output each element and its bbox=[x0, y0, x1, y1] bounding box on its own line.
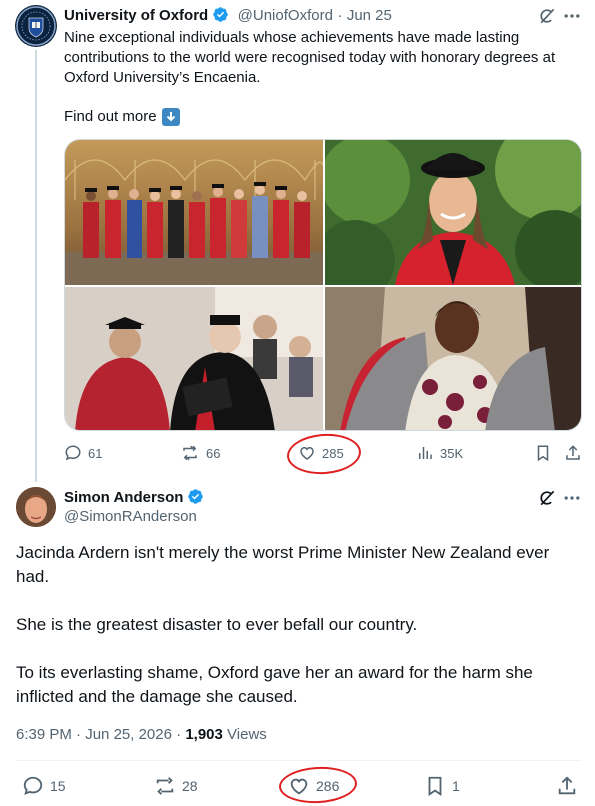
tweet1-repost-button[interactable]: 66 bbox=[180, 444, 220, 462]
repost-icon bbox=[183, 445, 197, 461]
profile-photo bbox=[16, 487, 56, 527]
thread-line bbox=[35, 50, 37, 482]
tweet1-header: University of Oxford @UniofOxford · Jun … bbox=[64, 6, 392, 25]
tweet2-time[interactable]: 6:39 PM bbox=[16, 726, 72, 743]
more-icon[interactable] bbox=[562, 6, 582, 26]
tweet1-repost-count: 66 bbox=[206, 445, 221, 461]
more-icon[interactable] bbox=[562, 488, 582, 508]
reply-icon bbox=[65, 445, 81, 461]
tweet1-text: Nine exceptional individuals whose achie… bbox=[64, 29, 556, 86]
tweet2-paragraph-2: She is the greatest disaster to ever bef… bbox=[16, 615, 418, 634]
find-out-more-label: Find out more bbox=[64, 108, 157, 125]
grok-icon[interactable] bbox=[537, 6, 557, 26]
tweet1-reply-count: 61 bbox=[88, 445, 103, 461]
photo-divinity-school-group[interactable] bbox=[65, 140, 323, 285]
photo-ceremony-seated[interactable] bbox=[65, 287, 323, 430]
tweet1-views-button[interactable]: 35K bbox=[416, 444, 463, 462]
annotation-circle-likes bbox=[278, 764, 358, 806]
tweet2-paragraph-1: Jacinda Ardern isn't merely the worst Pr… bbox=[16, 543, 550, 586]
oxford-crest-icon bbox=[16, 6, 56, 46]
bookmark-icon[interactable] bbox=[534, 444, 552, 462]
photo-woman-reading[interactable] bbox=[325, 287, 581, 430]
separator-dot: · bbox=[337, 7, 343, 24]
views-icon bbox=[419, 447, 432, 459]
tweet2-reply-button[interactable]: 15 bbox=[22, 775, 66, 797]
tweet1-media-grid[interactable] bbox=[64, 139, 582, 431]
tweet2-bookmark-button[interactable]: 1 bbox=[424, 775, 460, 797]
tweet1-reply-button[interactable]: 61 bbox=[64, 444, 102, 462]
tweet2-repost-count: 28 bbox=[182, 778, 198, 794]
tweet2-author-name-row: Simon Anderson bbox=[64, 488, 204, 507]
separator-dot: · bbox=[176, 726, 182, 743]
tweet1-author-name[interactable]: University of Oxford bbox=[64, 7, 208, 24]
tweet2-author-name[interactable]: Simon Anderson bbox=[64, 489, 183, 506]
grok-icon[interactable] bbox=[537, 488, 557, 508]
verified-icon bbox=[213, 7, 228, 22]
tweet2-handle[interactable]: @SimonRAnderson bbox=[64, 508, 197, 525]
divider bbox=[16, 760, 581, 761]
oxford-avatar[interactable] bbox=[15, 5, 57, 47]
tweet2-meta: 6:39 PM · Jun 25, 2026 · 1,903 Views bbox=[16, 726, 267, 743]
tweet2-repost-button[interactable]: 28 bbox=[154, 775, 198, 797]
verified-icon bbox=[188, 489, 204, 504]
photo-woman-in-garden[interactable] bbox=[325, 140, 581, 285]
bookmark-icon bbox=[428, 776, 442, 796]
reply-icon bbox=[23, 776, 43, 795]
share-icon[interactable] bbox=[556, 775, 578, 797]
simon-avatar[interactable] bbox=[16, 487, 56, 527]
tweet2-views-count: 1,903 bbox=[185, 726, 223, 743]
tweet2-reply-count: 15 bbox=[50, 778, 66, 794]
tweet1-date[interactable]: Jun 25 bbox=[347, 7, 392, 24]
tweet2-paragraph-3: To its everlasting shame, Oxford gave he… bbox=[16, 663, 533, 706]
tweet1-handle[interactable]: @UniofOxford bbox=[238, 7, 333, 24]
share-icon[interactable] bbox=[564, 444, 582, 462]
tweet1-views-count: 35K bbox=[440, 445, 464, 461]
arrow-down-icon bbox=[161, 108, 180, 126]
repost-icon bbox=[156, 777, 174, 795]
tweet2-bookmark-count: 1 bbox=[452, 778, 460, 794]
separator-dot: · bbox=[76, 726, 82, 743]
tweet2-views-label: Views bbox=[227, 726, 267, 743]
annotation-circle-likes bbox=[285, 431, 363, 477]
tweet1-find-out-more: Find out more bbox=[64, 107, 180, 127]
tweet2-date[interactable]: Jun 25, 2026 bbox=[85, 726, 172, 743]
